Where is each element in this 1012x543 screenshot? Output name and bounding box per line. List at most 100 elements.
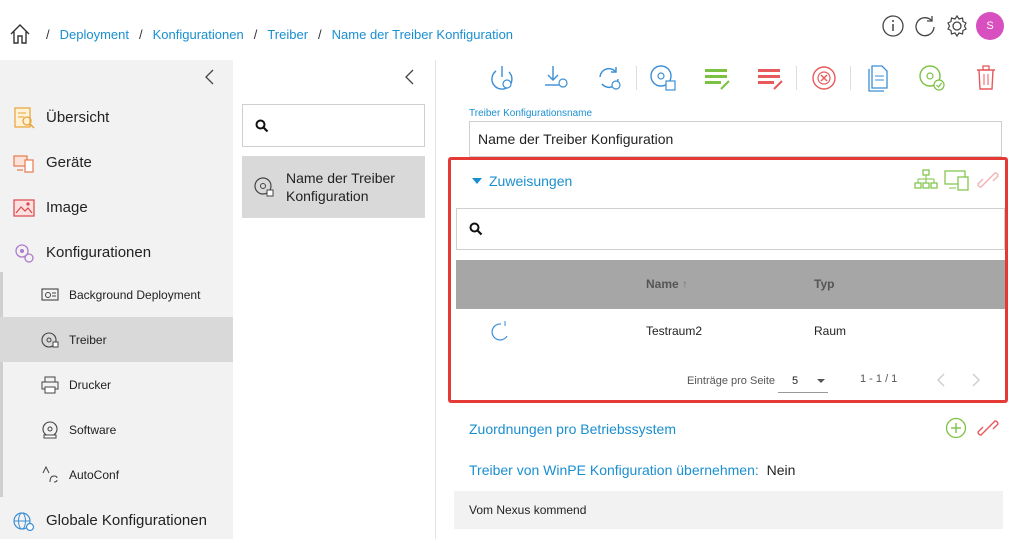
pager-range: 1 - 1 / 1 bbox=[860, 373, 898, 385]
deploy-icon bbox=[487, 63, 517, 93]
search-icon bbox=[255, 119, 269, 133]
list-edit-icon bbox=[702, 63, 732, 93]
background-deployment-icon bbox=[40, 285, 60, 305]
cancel-icon bbox=[809, 63, 839, 93]
header-actions: S bbox=[880, 12, 1004, 40]
breadcrumb-deployment[interactable]: Deployment bbox=[60, 27, 129, 42]
breadcrumb-current[interactable]: Name der Treiber Konfiguration bbox=[332, 27, 513, 42]
chevron-left-icon[interactable] bbox=[936, 373, 946, 387]
mappings-title[interactable]: Zuordnungen pro Betriebssystem bbox=[469, 421, 676, 437]
devices-icon bbox=[12, 151, 36, 175]
row-type: Raum bbox=[814, 324, 847, 338]
refresh-icon[interactable] bbox=[912, 13, 938, 39]
page-size-select[interactable]: 5 bbox=[778, 369, 828, 393]
sync-button[interactable] bbox=[593, 62, 625, 94]
list-search-input[interactable] bbox=[243, 105, 424, 146]
collapse-list-icon[interactable] bbox=[403, 68, 417, 86]
printer-icon bbox=[40, 375, 60, 395]
list-edit-button[interactable] bbox=[701, 62, 733, 94]
unlink-icon[interactable] bbox=[977, 417, 999, 439]
sidebar-item-label: Geräte bbox=[46, 154, 92, 171]
sidebar-item-globale-konfigurationen[interactable]: Globale Konfigurationen bbox=[0, 498, 233, 543]
unlink-icon[interactable] bbox=[977, 169, 999, 191]
page-size-value: 5 bbox=[792, 374, 799, 387]
sidebar-item-label: Konfigurationen bbox=[46, 244, 152, 261]
disc-check-button[interactable] bbox=[916, 62, 948, 94]
download-install-button[interactable] bbox=[540, 62, 572, 94]
sidebar-item-label: Globale Konfigurationen bbox=[46, 512, 207, 529]
sidebar-item-label: AutoConf bbox=[69, 467, 120, 482]
sidebar-item-label: Drucker bbox=[69, 377, 112, 392]
hierarchy-icon[interactable] bbox=[914, 169, 938, 191]
sidebar-item-uebersicht[interactable]: Übersicht bbox=[0, 95, 233, 140]
app-header: / Deployment / Konfigurationen / Treiber… bbox=[0, 0, 1012, 60]
toolbar-divider bbox=[850, 66, 851, 90]
breadcrumb-separator: / bbox=[46, 26, 50, 42]
toolbar-divider bbox=[636, 66, 637, 90]
autoconf-icon bbox=[40, 465, 60, 485]
detail-panel: Treiber Konfigurationsname Name der Trei… bbox=[436, 95, 1012, 539]
download-install-icon bbox=[541, 63, 571, 93]
disc-settings-button[interactable] bbox=[647, 62, 679, 94]
sidebar-item-label: Software bbox=[69, 422, 117, 437]
home-icon[interactable] bbox=[8, 22, 32, 46]
sync-icon bbox=[594, 63, 624, 93]
column-name-header[interactable]: Name ↑ bbox=[646, 277, 688, 291]
sidebar-item-drucker[interactable]: Drucker bbox=[0, 362, 233, 407]
entries-per-page-label: Einträge pro Seite bbox=[687, 375, 776, 387]
user-avatar[interactable]: S bbox=[976, 12, 1004, 40]
software-icon bbox=[40, 420, 60, 440]
driver-icon bbox=[40, 330, 60, 350]
disc-settings-icon bbox=[648, 63, 678, 93]
list-item[interactable]: Name der Treiber Konfiguration bbox=[242, 156, 425, 218]
add-circle-icon[interactable] bbox=[945, 417, 967, 439]
sidebar-item-label: Background Deployment bbox=[69, 287, 201, 302]
sidebar-item-software[interactable]: Software bbox=[0, 407, 233, 452]
info-icon[interactable] bbox=[880, 13, 906, 39]
column-name-label: Name bbox=[646, 277, 679, 291]
trash-icon bbox=[971, 63, 1001, 93]
nexus-text: Vom Nexus kommend bbox=[469, 503, 587, 517]
sidebar-item-background-deployment[interactable]: Background Deployment bbox=[0, 272, 233, 317]
list-item-line1: Name der Treiber bbox=[286, 170, 395, 186]
list-item-line2: Konfiguration bbox=[286, 188, 369, 204]
sidebar-item-autoconf[interactable]: AutoConf bbox=[0, 452, 233, 497]
caret-down-icon[interactable] bbox=[471, 176, 483, 186]
devices-assign-icon[interactable] bbox=[944, 169, 970, 191]
deploy-button[interactable] bbox=[486, 62, 518, 94]
sidebar-item-label: Treiber bbox=[69, 332, 107, 347]
breadcrumb-separator: / bbox=[318, 26, 322, 42]
breadcrumb-treiber[interactable]: Treiber bbox=[267, 27, 308, 42]
toolbar bbox=[436, 60, 1012, 95]
document-button[interactable] bbox=[862, 62, 894, 94]
overview-icon bbox=[12, 106, 36, 130]
sidebar-item-image[interactable]: Image bbox=[0, 185, 233, 230]
assignments-search-box bbox=[456, 208, 1005, 250]
configurations-icon bbox=[12, 241, 36, 265]
sort-asc-icon: ↑ bbox=[682, 277, 689, 291]
collapse-sidebar-icon[interactable] bbox=[203, 68, 217, 86]
chevron-right-icon[interactable] bbox=[971, 373, 981, 387]
cancel-button[interactable] bbox=[808, 62, 840, 94]
sidebar-item-treiber[interactable]: Treiber bbox=[0, 317, 233, 362]
winpe-row: Treiber von WinPE Konfiguration übernehm… bbox=[469, 462, 795, 478]
sidebar-item-geraete[interactable]: Geräte bbox=[0, 140, 233, 185]
breadcrumb-konfigurationen[interactable]: Konfigurationen bbox=[153, 27, 244, 42]
column-type-header[interactable]: Typ bbox=[814, 277, 834, 291]
assignments-title[interactable]: Zuweisungen bbox=[489, 173, 572, 189]
list-search-box bbox=[242, 104, 425, 147]
toolbar-divider bbox=[796, 66, 797, 90]
document-icon bbox=[863, 63, 893, 93]
loading-icon bbox=[491, 320, 509, 342]
sidebar-item-konfigurationen[interactable]: Konfigurationen bbox=[0, 230, 233, 275]
gear-icon[interactable] bbox=[944, 13, 970, 39]
list-item-label: Name der Treiber Konfiguration bbox=[286, 169, 395, 205]
list-remove-button[interactable] bbox=[754, 62, 786, 94]
disc-check-icon bbox=[917, 63, 947, 93]
winpe-value: Nein bbox=[766, 462, 796, 478]
breadcrumb-separator: / bbox=[253, 26, 258, 42]
nexus-row: Vom Nexus kommend bbox=[454, 491, 1003, 529]
delete-button[interactable] bbox=[970, 62, 1002, 94]
assignments-search-input[interactable] bbox=[457, 209, 1004, 249]
config-name-field[interactable]: Name der Treiber Konfiguration bbox=[469, 121, 1002, 157]
